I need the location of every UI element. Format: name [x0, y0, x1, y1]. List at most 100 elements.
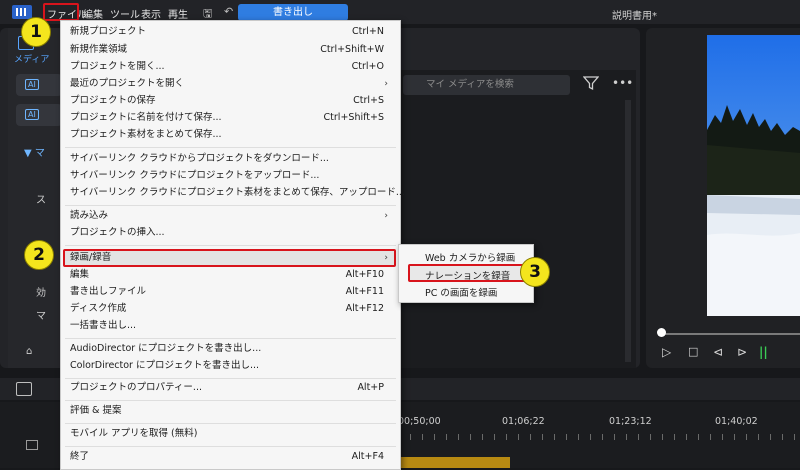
undo-icon[interactable]: ↶ — [224, 5, 233, 18]
menu-item-label: プロジェクトの保存 — [70, 95, 156, 106]
menu-item-cloud-download[interactable]: サイバーリンク クラウドからプロジェクトをダウンロード... — [70, 151, 388, 167]
menu-item-mobile-app[interactable]: モバイル アプリを取得 (無料) — [70, 426, 388, 442]
submenu-item-screen-record[interactable]: PC の画面を録画 — [425, 285, 497, 299]
ai-tool-button[interactable]: AI — [16, 104, 62, 126]
sidebar-fragment[interactable]: ス — [36, 191, 46, 206]
menu-item-shortcut: Alt+F4 — [351, 451, 384, 462]
menu-tools[interactable]: ツール — [110, 6, 140, 21]
timecode-label: 00;50;00 — [398, 416, 441, 427]
track-icon[interactable] — [26, 440, 38, 450]
more-options-icon[interactable]: ••• — [612, 76, 633, 90]
menu-item-new-project[interactable]: 新規プロジェクト Ctrl+N — [70, 24, 388, 40]
menu-item-shortcut: Alt+F10 — [345, 269, 384, 280]
menu-item-shortcut: Alt+F11 — [345, 286, 384, 297]
menu-item-open-project[interactable]: プロジェクトを開く... Ctrl+O — [70, 59, 388, 75]
timecode-label: 01;40;02 — [715, 416, 758, 427]
menu-separator — [65, 245, 396, 246]
menu-separator — [65, 423, 396, 424]
menu-item-produce[interactable]: 書き出しファイル Alt+F11 — [70, 284, 388, 300]
menu-separator — [65, 147, 396, 148]
menu-item-edit[interactable]: 編集 Alt+F10 — [70, 267, 388, 283]
file-menu-dropdown: 新規プロジェクト Ctrl+N 新規作業領域 Ctrl+Shift+W プロジェクト… — [60, 20, 405, 470]
file-menu-highlight-box — [43, 3, 79, 21]
menu-item-capture[interactable]: 録画/録音 › — [70, 250, 388, 266]
menu-item-label: 録画/録音 — [70, 252, 112, 263]
previous-frame-icon[interactable]: ⊲ — [713, 345, 723, 359]
step-badge-3: 3 — [520, 257, 550, 287]
menu-item-label: ディスク作成 — [70, 303, 127, 314]
menu-item-shortcut: Alt+F12 — [345, 303, 384, 314]
step-badge-2: 2 — [24, 240, 54, 270]
export-button[interactable]: 書き出し — [238, 4, 348, 21]
menu-item-shortcut: Ctrl+N — [352, 26, 384, 37]
menu-item-recent-projects[interactable]: 最近のプロジェクトを開く › — [70, 76, 388, 92]
sidebar-fragment[interactable]: マ — [36, 307, 46, 322]
media-room-label: メディア — [14, 55, 50, 65]
next-frame-icon[interactable]: ⊳ — [737, 345, 747, 359]
timeline-ticks — [398, 434, 800, 440]
ai-icon: AI — [25, 79, 39, 90]
submenu-item-webcam[interactable]: Web カメラから録画 — [425, 250, 515, 264]
menu-item-shortcut: Ctrl+O — [351, 61, 384, 72]
menu-separator — [65, 400, 396, 401]
menu-item-label: ColorDirector にプロジェクトを書き出し... — [70, 360, 260, 371]
menu-item-export-audiodirector[interactable]: AudioDirector にプロジェクトを書き出し... — [70, 341, 388, 357]
ai-icon: AI — [25, 109, 39, 120]
play-icon[interactable]: ▷ — [662, 345, 671, 359]
menu-item-label: 書き出しファイル — [70, 286, 147, 297]
tag-icon[interactable]: ⌂ — [26, 346, 32, 357]
menu-item-save-as[interactable]: プロジェクトに名前を付けて保存... Ctrl+Shift+S — [70, 110, 388, 126]
menu-item-label: 新規プロジェクト — [70, 26, 147, 37]
menu-separator — [65, 205, 396, 206]
media-search-input[interactable]: マイ メディアを検索 — [403, 75, 570, 95]
project-title: 説明書用* — [612, 11, 657, 22]
menu-item-label: サイバーリンク クラウドからプロジェクトをダウンロード... — [70, 153, 329, 164]
filter-icon[interactable] — [583, 75, 599, 91]
stop-icon[interactable]: □ — [688, 345, 698, 358]
menu-separator — [65, 338, 396, 339]
menu-item-exit[interactable]: 終了 Alt+F4 — [70, 449, 388, 465]
menu-item-create-disc[interactable]: ディスク作成 Alt+F12 — [70, 301, 388, 317]
menu-item-label: 編集 — [70, 269, 90, 280]
menu-item-label: プロジェクト素材をまとめて保存... — [70, 129, 222, 140]
menu-item-insert-project[interactable]: プロジェクトの挿入... — [70, 225, 388, 241]
menu-item-label: 最近のプロジェクトを開く — [70, 78, 185, 89]
menu-separator — [65, 446, 396, 447]
media-library-area — [400, 70, 636, 368]
submenu-item-narration[interactable]: ナレーションを録音 — [425, 268, 510, 282]
sidebar-fragment[interactable]: 効 — [36, 284, 46, 299]
menu-item-label: 新規作業領域 — [70, 44, 128, 55]
menu-item-export-colordirector[interactable]: ColorDirector にプロジェクトを書き出し... — [70, 358, 388, 374]
menu-separator — [65, 378, 396, 379]
menu-view[interactable]: 表示 — [141, 6, 161, 21]
menu-item-project-properties[interactable]: プロジェクトのプロパティー... Alt+P — [70, 380, 388, 396]
menu-item-new-workspace[interactable]: 新規作業領域 Ctrl+Shift+W — [70, 42, 388, 58]
menu-item-shortcut: Ctrl+Shift+S — [323, 112, 384, 123]
menu-item-save-project[interactable]: プロジェクトの保存 Ctrl+S — [70, 93, 388, 109]
menu-item-label: 読み込み — [70, 210, 109, 221]
playback-scrubber-handle[interactable] — [657, 328, 666, 337]
menu-item-rate-suggest[interactable]: 評価 & 提案 — [70, 403, 388, 419]
menu-item-batch-produce[interactable]: 一括書き出し... — [70, 318, 388, 334]
menu-edit[interactable]: 編集 — [83, 6, 103, 21]
menu-item-label: プロジェクトを開く... — [70, 61, 165, 72]
menu-item-pack-project[interactable]: プロジェクト素材をまとめて保存... — [70, 127, 388, 143]
media-scrollbar[interactable] — [625, 100, 631, 362]
menu-item-label: プロジェクトのプロパティー... — [70, 382, 202, 393]
pause-icon[interactable]: || — [759, 345, 768, 359]
menu-playback[interactable]: 再生 — [168, 6, 188, 21]
submenu-arrow-icon: › — [384, 253, 388, 263]
menu-item-label: プロジェクトに名前を付けて保存... — [70, 112, 222, 123]
timeline-view-icon[interactable] — [16, 382, 32, 396]
timecode-label: 01;23;12 — [609, 416, 652, 427]
menu-item-import[interactable]: 読み込み › — [70, 208, 388, 224]
menu-item-cloud-upload[interactable]: サイバーリンク クラウドにプロジェクトをアップロード... — [70, 168, 388, 184]
menu-item-shortcut: Ctrl+Shift+W — [320, 44, 384, 55]
menu-item-shortcut: Alt+P — [357, 382, 384, 393]
menu-item-cloud-pack-upload[interactable]: サイバーリンク クラウドにプロジェクト素材をまとめて保存、アップロード... — [70, 185, 405, 201]
playback-scrubber-track[interactable] — [662, 333, 800, 335]
preview-video-frame — [707, 35, 800, 316]
menu-item-label: 評価 & 提案 — [70, 405, 122, 416]
media-folder-fragment[interactable]: ▼ マ — [24, 144, 45, 159]
ai-tool-button[interactable]: AI — [16, 74, 62, 96]
